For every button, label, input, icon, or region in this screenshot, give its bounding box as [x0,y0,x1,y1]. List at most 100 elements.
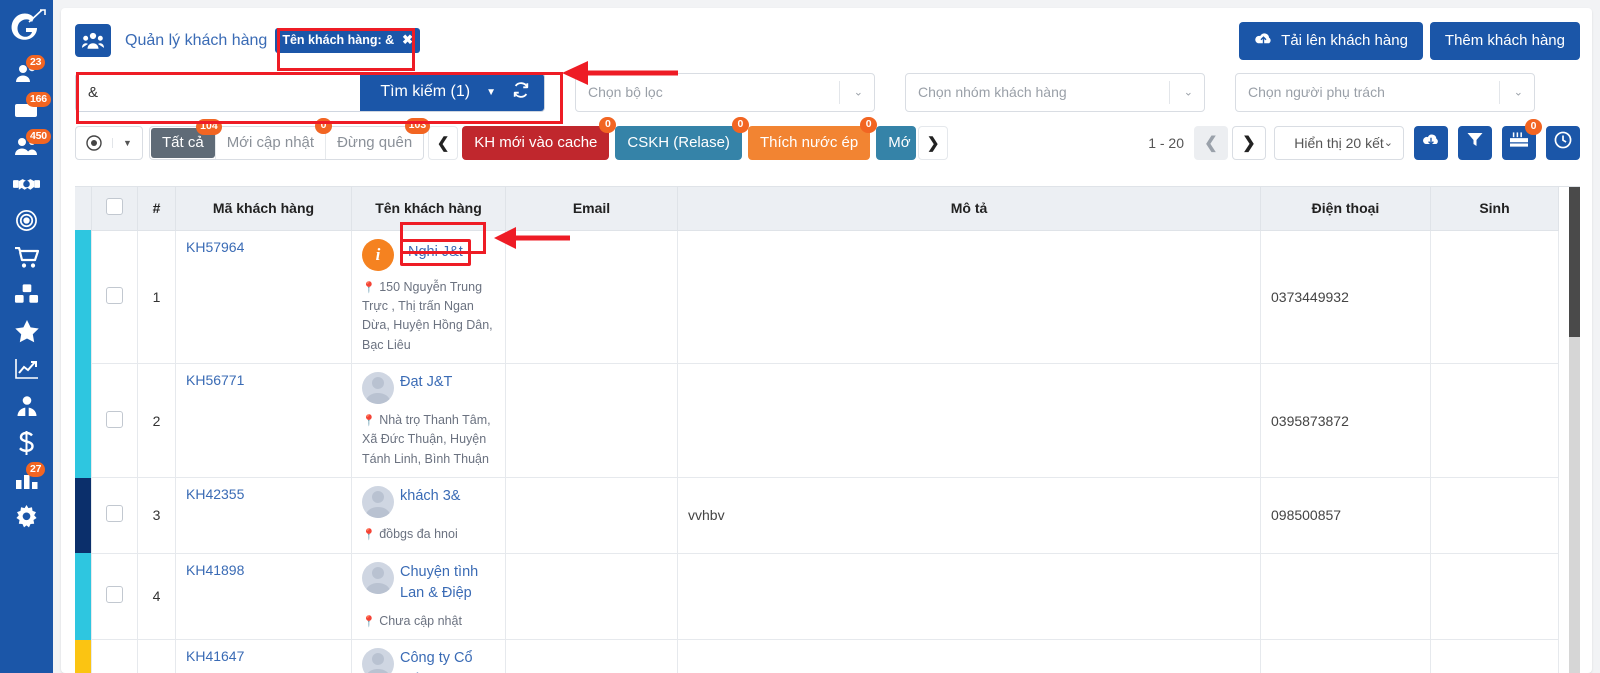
view-mode-dropdown[interactable]: ▼ [112,137,142,148]
row-stripe [75,639,92,673]
factory-icon [1510,132,1528,153]
sidebar-item-analytics[interactable]: 27 [0,461,53,498]
customer-name-link[interactable]: Công ty Cổ phần Khoáng sản, Bao bì & Nhự… [400,648,495,673]
customers-group-icon [75,24,111,57]
row-code[interactable]: KH41647 [175,639,352,673]
radio-circle-icon[interactable] [76,134,112,151]
pill-cskh-relase[interactable]: CSKH (Relase) 0 [615,116,749,160]
table-vertical-scrollbar[interactable] [1569,187,1580,673]
pagination-prev-button[interactable]: ❮ [1194,125,1228,160]
filter-button[interactable] [1458,125,1492,160]
divider [839,80,840,104]
table-row[interactable]: 2 KH56771 Đạt J&T 📍 Nhà trọ Thanh Tâm, X… [75,362,1559,479]
customer-name-link[interactable]: khách 3& [400,486,495,508]
tabs-scroll-left-button[interactable]: ❮ [428,125,459,160]
info-icon[interactable]: i [362,238,394,271]
row-code[interactable]: KH42355 [175,477,352,554]
filter-tab-row: ▼ Tất cả 104 Mới cập nhật 0 Đừng quên 10… [61,116,1592,164]
active-filter-chip-label: Tên khách hàng: & [282,33,395,47]
search-button[interactable]: Tìm kiếm (1) ▼ [360,73,544,111]
customer-address: 📍 Chưa cập nhật [362,612,495,631]
active-filter-chip[interactable]: Tên khách hàng: & ✖ [275,28,421,53]
table-row[interactable]: 5 KH41647 Công ty Cổ phần Khoáng sản, Ba… [75,639,1559,673]
app-logo[interactable] [4,6,50,48]
sidebar-item-employees[interactable] [0,387,53,424]
close-icon[interactable]: ✖ [402,32,413,48]
col-num[interactable]: # [137,187,176,231]
tab-recently-updated-badge: 0 [315,117,333,134]
sidebar-item-customers-list[interactable]: 166 [0,91,53,128]
customer-name-link[interactable]: Chuyện tình Lan & Điệp [400,562,495,606]
table-row[interactable]: 1 KH57964 i Nghi J&t 📍 150 Nguyễn Trung … [75,229,1559,364]
table-row[interactable]: 4 KH41898 Chuyện tình Lan & Điệp 📍 Chưa … [75,552,1559,641]
sidebar-item-customers-all[interactable]: 450 [0,128,53,165]
tab-recently-updated[interactable]: Mới cập nhật 0 [214,117,333,159]
pill-kh-moi-vao-cache[interactable]: KH mới vào cache 0 [462,116,617,160]
search-input[interactable] [76,73,361,111]
pill-cskh-relase-badge: 0 [731,116,749,133]
chevron-down-icon: ⌄ [1513,86,1523,99]
sidebar-item-customers-new[interactable]: 23 [0,54,53,91]
pagination-next-button[interactable]: ❯ [1232,125,1266,160]
cloud-upload-icon [1254,32,1273,50]
sidebar-item-reports[interactable] [0,350,53,387]
row-checkbox-cell [91,229,138,364]
row-checkbox[interactable] [106,410,123,428]
select-all-header [91,187,138,231]
sidebar-item-products[interactable] [0,276,53,313]
customers-table-wrapper[interactable]: # Mã khách hàng Tên khách hàng Email Mô … [75,186,1580,673]
owner-select[interactable]: Chọn người phụ trách ⌄ [1235,72,1535,112]
add-customer-button[interactable]: Thêm khách hàng [1429,21,1580,60]
chevron-down-icon[interactable]: ▼ [486,87,496,98]
row-checkbox[interactable] [106,586,123,604]
row-code[interactable]: KH57964 [175,229,352,364]
sidebar-item-favorites[interactable] [0,313,53,350]
history-button[interactable] [1546,125,1580,160]
tab-all-label: Tất cả [162,134,204,151]
tab-all[interactable]: Tất cả 104 [151,118,222,158]
sidebar-item-orders[interactable] [0,239,53,276]
sidebar-item-deals[interactable] [0,165,53,202]
customer-name-link[interactable]: Đạt J&T [400,372,495,394]
row-code[interactable]: KH56771 [175,362,352,479]
scrollbar-thumb[interactable] [1569,187,1580,337]
row-email [505,552,678,641]
pill-thich-nuoc-ep[interactable]: Thích nước ép 0 [747,116,878,160]
tab-dont-forget[interactable]: Đừng quên 103 [325,117,431,159]
select-all-checkbox[interactable] [106,198,123,216]
col-code[interactable]: Mã khách hàng [175,187,352,231]
row-stripe [75,477,92,553]
search-button-label: Tìm kiếm (1) [380,83,471,100]
customer-address-text: đồbgs đa hnoi [379,527,458,542]
col-birth[interactable]: Sinh [1430,187,1559,231]
row-checkbox[interactable] [106,505,123,523]
download-button[interactable] [1414,125,1448,160]
col-email[interactable]: Email [505,187,678,231]
factory-button[interactable]: 0 [1502,118,1542,160]
sidebar-item-finance[interactable] [0,424,53,461]
customer-name-link[interactable]: Nghi J&t [400,238,495,267]
pill-thich-nuoc-ep-badge: 0 [860,116,878,133]
row-birth [1430,362,1559,479]
customer-group-select[interactable]: Chọn nhóm khách hàng ⌄ [905,72,1205,112]
col-desc[interactable]: Mô tả [677,187,1261,231]
sidebar-item-settings[interactable] [0,498,53,535]
table-row[interactable]: 3 KH42355 khách 3& 📍 đồbgs đa hnoi vvhbv… [75,477,1559,554]
col-phone[interactable]: Điện thoại [1260,187,1431,231]
col-name[interactable]: Tên khách hàng [351,187,506,231]
view-mode-group: ▼ [75,125,143,160]
row-code[interactable]: KH41898 [175,552,352,641]
filter-select[interactable]: Chọn bộ lọc ⌄ [575,72,875,112]
tabs-scroll-right-button[interactable]: ❯ [918,125,949,160]
avatar [362,561,394,594]
chevron-down-icon: ⌄ [853,86,863,99]
pill-mo-truncated[interactable]: Mớ [876,125,917,160]
refresh-icon[interactable] [512,81,530,104]
avatar [362,486,394,519]
pill-thich-nuoc-ep-label: Thích nước ép [759,134,859,151]
row-checkbox[interactable] [106,286,123,304]
row-birth [1430,477,1559,554]
page-size-select[interactable]: Hiển thị 20 kết ⌄ [1274,125,1404,160]
sidebar-item-target[interactable] [0,202,53,239]
upload-customers-button[interactable]: Tải lên khách hàng [1239,21,1423,60]
